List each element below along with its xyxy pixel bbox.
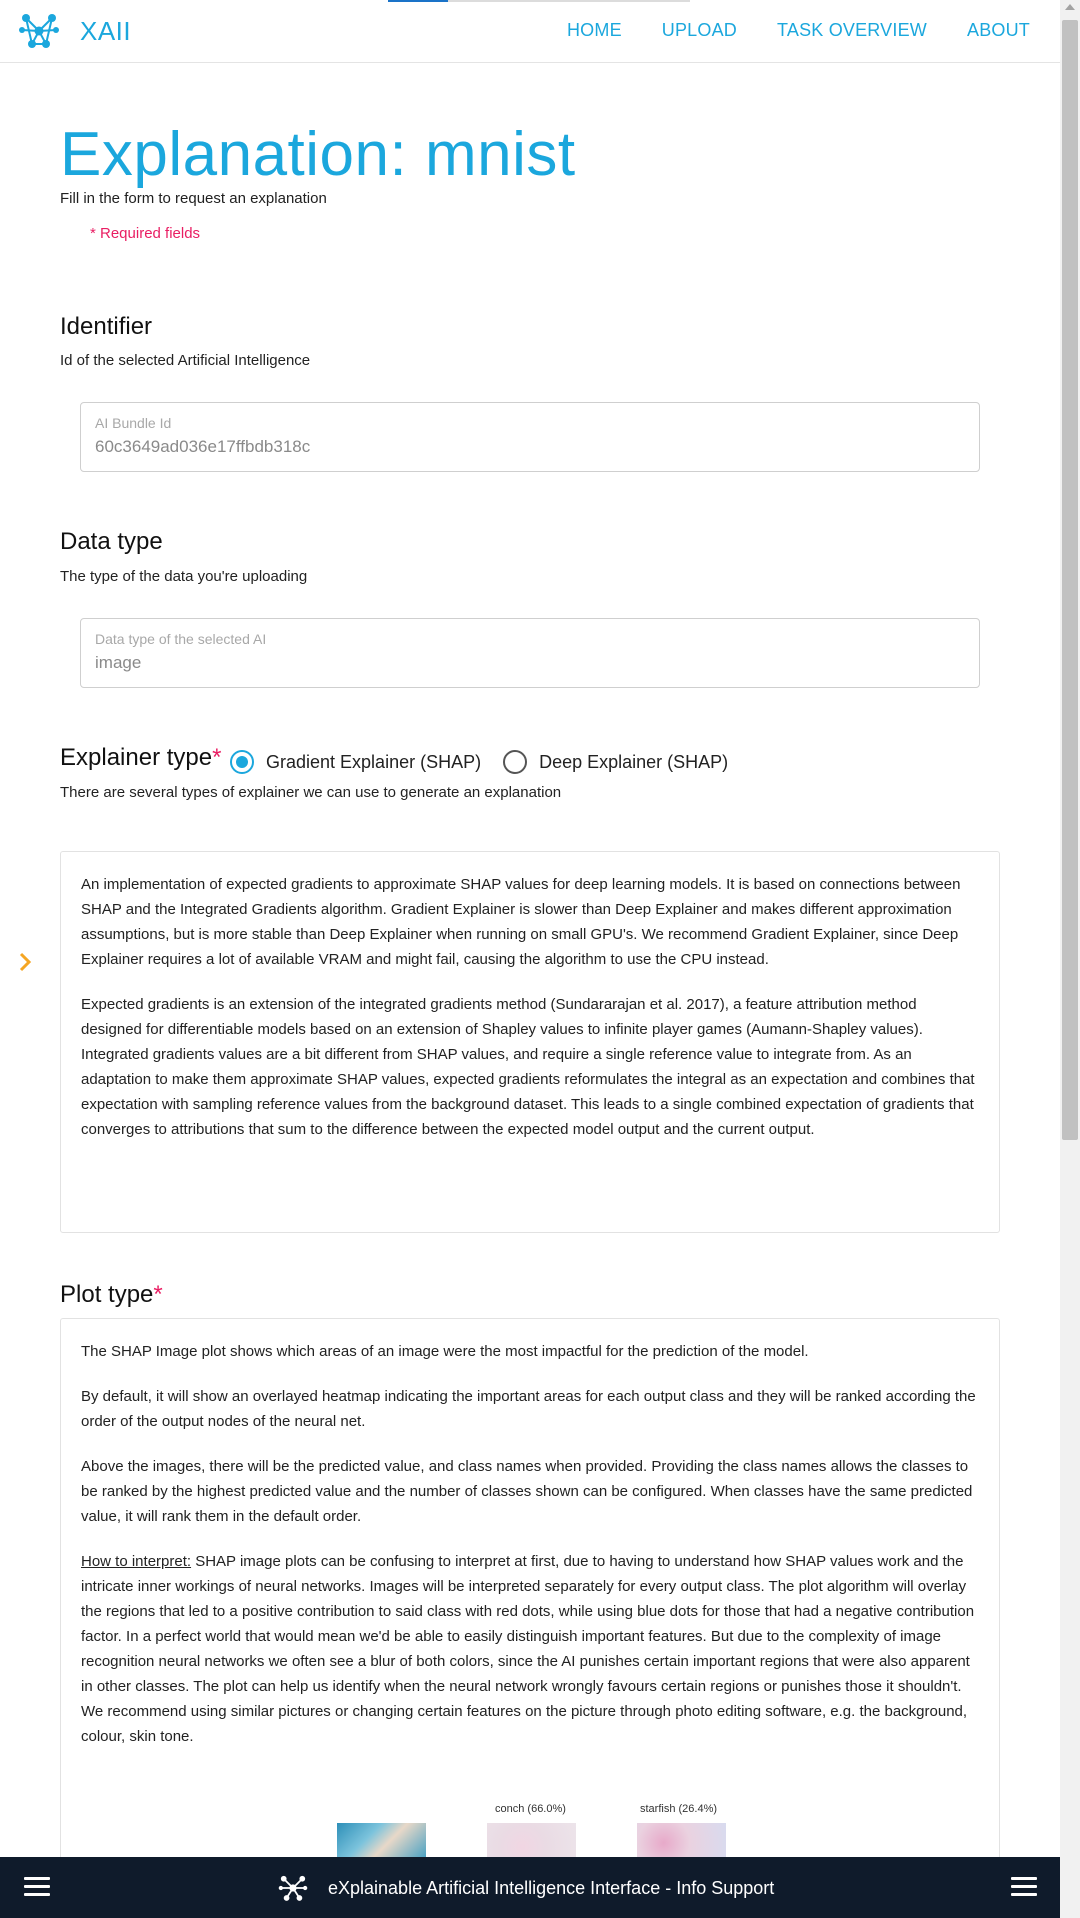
scroll-up-arrow-icon[interactable] (1065, 4, 1075, 10)
page-subtitle: Fill in the form to request an explanati… (60, 190, 327, 207)
radio-deep-explainer[interactable]: Deep Explainer (SHAP) (503, 750, 728, 774)
nav-home[interactable]: HOME (567, 20, 622, 41)
page-title: Explanation: mnist (60, 120, 576, 189)
data-type-heading: Data type (60, 528, 163, 555)
footer-brand: eXplainable Artificial Intelligence Inte… (278, 1873, 774, 1903)
explainer-type-description: There are several types of explainer we … (60, 784, 562, 801)
plot-paragraph: Above the images, there will be the pred… (81, 1458, 973, 1525)
plot-description-card: The SHAP Image plot shows which areas of… (60, 1318, 1000, 1878)
radio-unchecked-icon (503, 750, 528, 774)
brand-name: XAII (80, 15, 132, 46)
explainer-paragraph: Expected gradients is an extension of th… (81, 996, 975, 1138)
radio-label: Deep Explainer (SHAP) (539, 751, 729, 772)
required-fields-note: * Required fields (90, 225, 201, 242)
loading-indicator (388, 0, 448, 2)
example-caption: conch (66.0%) (495, 1803, 566, 1815)
radio-label: Gradient Explainer (SHAP) (266, 751, 482, 772)
menu-right-icon[interactable] (1011, 1877, 1037, 1897)
nav-task-overview[interactable]: TASK OVERVIEW (777, 20, 927, 41)
top-navbar: XAII HOME UPLOAD TASK OVERVIEW ABOUT (0, 0, 1060, 63)
plot-interpretation: How to interpret: SHAP image plots can b… (81, 1549, 979, 1749)
example-shap-plot: conch (66.0%) starfish (26.4%) (337, 1803, 737, 1863)
field-value: image (95, 653, 142, 672)
explainer-paragraph: An implementation of expected gradients … (81, 876, 961, 968)
nav-about[interactable]: ABOUT (967, 20, 1030, 41)
identifier-description: Id of the selected Artificial Intelligen… (60, 352, 311, 369)
menu-left-icon[interactable] (24, 1877, 50, 1897)
identifier-heading: Identifier (60, 313, 153, 340)
field-value: 60c3649ad036e17ffbdb318c (95, 437, 311, 456)
field-label: AI Bundle Id (95, 415, 172, 431)
required-asterisk: * (153, 1281, 163, 1308)
example-caption: starfish (26.4%) (640, 1803, 718, 1815)
field-label: Data type of the selected AI (95, 631, 267, 647)
plot-type-heading: Plot type* (60, 1281, 163, 1308)
radio-checked-icon (230, 750, 254, 774)
footer-bar: eXplainable Artificial Intelligence Inte… (0, 1857, 1060, 1918)
data-type-description: The type of the data you're uploading (60, 568, 308, 585)
explainer-radio-group: Gradient Explainer (SHAP) Deep Explainer… (230, 750, 728, 774)
plot-paragraph: The SHAP Image plot shows which areas of… (81, 1343, 809, 1360)
nav-upload[interactable]: UPLOAD (662, 20, 737, 41)
explainer-type-heading: Explainer type* (60, 744, 222, 771)
brand-link[interactable]: XAII (18, 10, 131, 52)
plot-paragraph: By default, it will show an overlayed he… (81, 1388, 976, 1430)
data-type-field[interactable]: Data type of the selected AI image (80, 618, 980, 688)
ai-bundle-id-field[interactable]: AI Bundle Id 60c3649ad036e17ffbdb318c (80, 402, 980, 472)
main-nav: HOME UPLOAD TASK OVERVIEW ABOUT (567, 20, 1030, 41)
radio-gradient-explainer[interactable]: Gradient Explainer (SHAP) (230, 750, 481, 774)
footer-text: eXplainable Artificial Intelligence Inte… (328, 1877, 775, 1898)
network-logo-icon (19, 14, 59, 48)
explainer-description-card: An implementation of expected gradients … (60, 851, 1000, 1233)
chevron-right-icon[interactable] (18, 952, 32, 972)
network-logo-icon (278, 1875, 308, 1901)
required-asterisk: * (212, 744, 222, 771)
scrollbar-thumb[interactable] (1062, 20, 1078, 1140)
interpret-text: SHAP image plots can be confusing to int… (81, 1553, 975, 1745)
how-to-interpret-label: How to interpret: (81, 1553, 192, 1570)
